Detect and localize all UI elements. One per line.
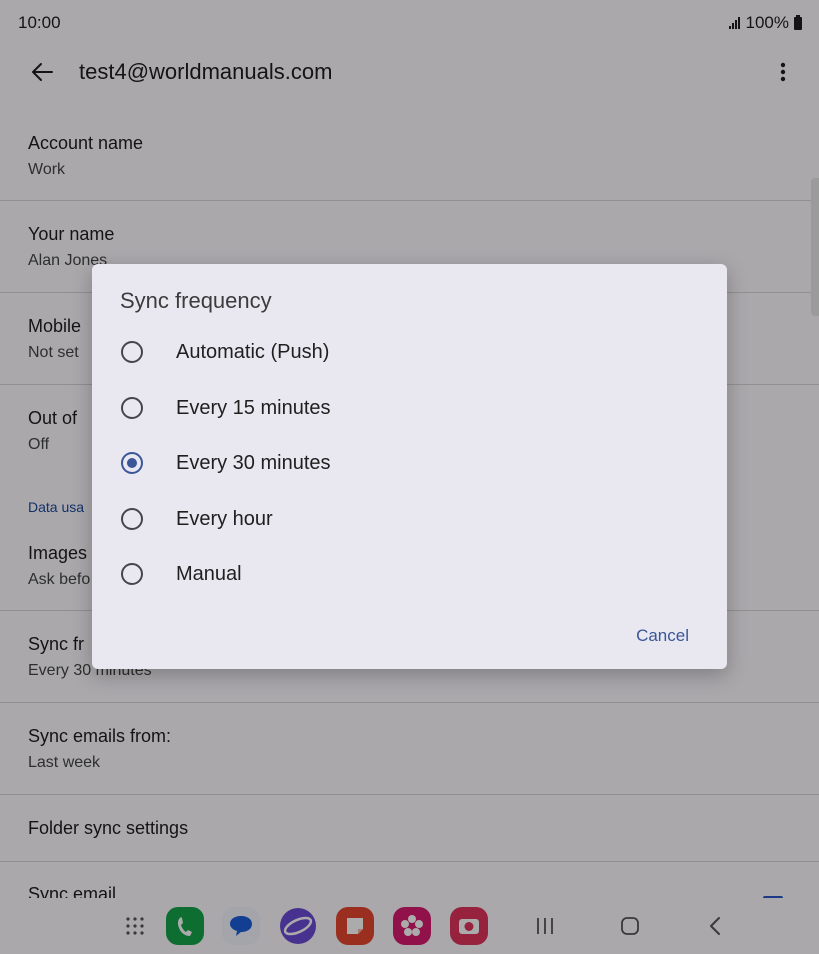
email-account-settings-screen: 10:00 100% test4@worldmanuals.com Accoun…: [0, 0, 819, 954]
option-label: Every 30 minutes: [176, 452, 331, 474]
option-every-30-minutes[interactable]: Every 30 minutes: [92, 437, 727, 491]
option-label: Manual: [176, 563, 242, 585]
option-label: Automatic (Push): [176, 341, 330, 363]
radio-button[interactable]: [121, 508, 143, 530]
option-manual[interactable]: Manual: [92, 548, 727, 602]
radio-button[interactable]: [121, 397, 143, 419]
radio-button-selected[interactable]: [121, 452, 143, 474]
option-automatic-push[interactable]: Automatic (Push): [92, 326, 727, 380]
radio-button[interactable]: [121, 341, 143, 363]
cancel-button[interactable]: Cancel: [636, 626, 689, 646]
option-label: Every 15 minutes: [176, 397, 331, 419]
option-every-hour[interactable]: Every hour: [92, 493, 727, 547]
radio-button[interactable]: [121, 563, 143, 585]
dialog-title: Sync frequency: [120, 288, 272, 313]
option-label: Every hour: [176, 508, 273, 530]
sync-frequency-dialog: Sync frequency Automatic (Push) Every 15…: [92, 264, 727, 669]
option-every-15-minutes[interactable]: Every 15 minutes: [92, 382, 727, 436]
